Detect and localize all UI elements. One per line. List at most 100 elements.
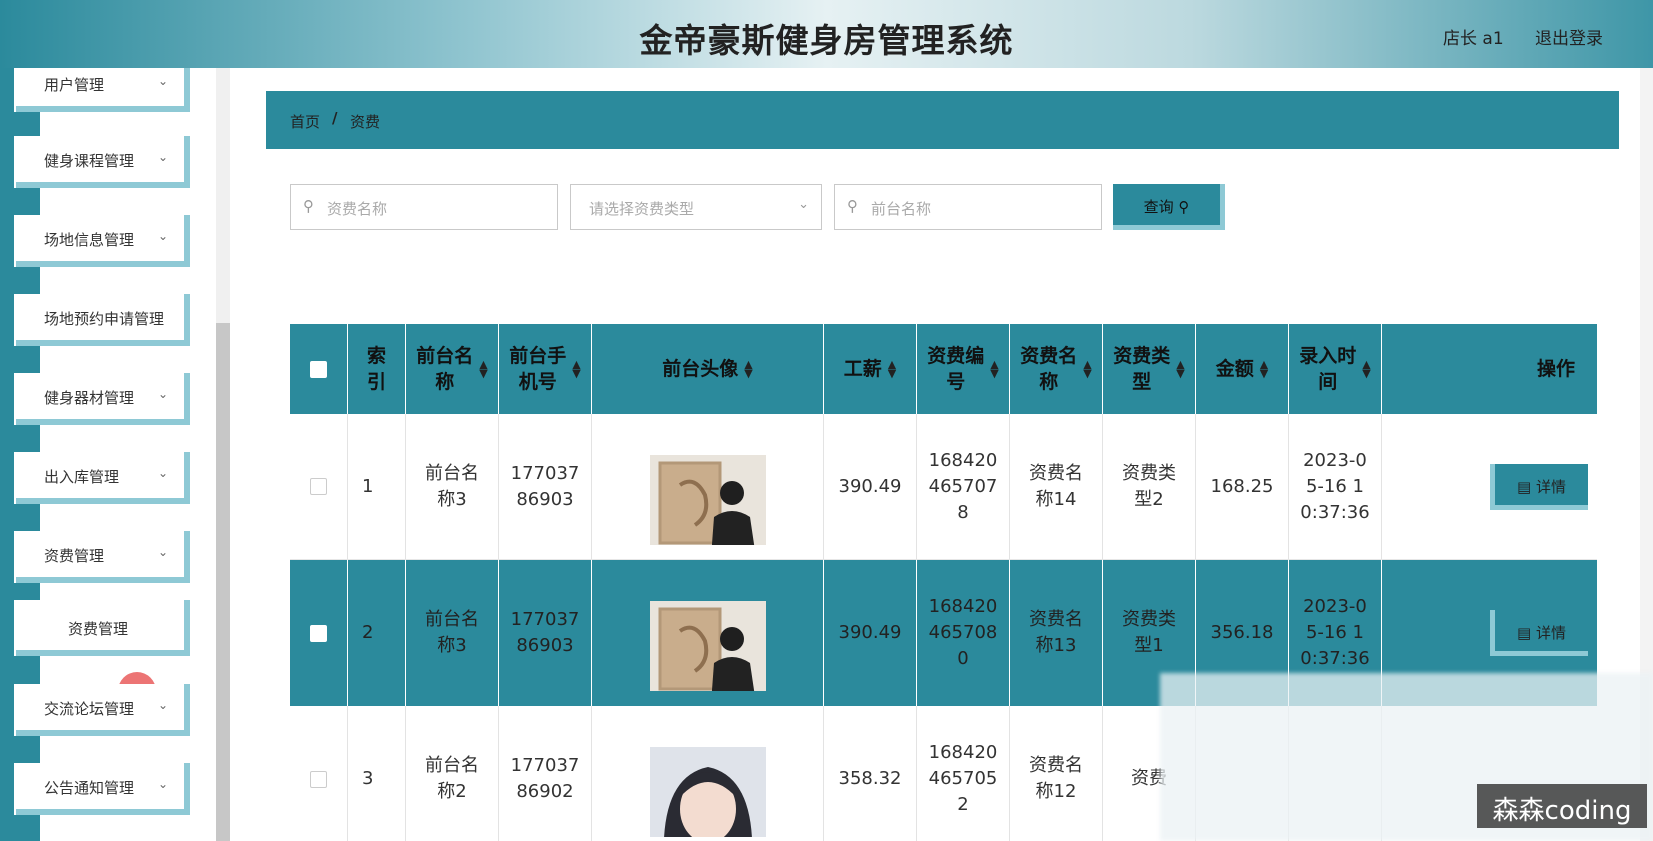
cell-entry-time: 2023-0 5-16 1 0:37:36 <box>1289 414 1382 559</box>
fee-type-select[interactable]: 请选择资费类型 ⌄ <box>570 184 822 230</box>
fee-name-placeholder: 资费名称 <box>327 200 388 218</box>
header-fee-name[interactable]: 资费名 称 ▲ ▼ <box>1010 324 1103 414</box>
query-button[interactable]: 查询 ⚲ <box>1113 184 1225 230</box>
sort-icon[interactable]: ▲ ▼ <box>1260 359 1268 379</box>
header-label: 资费编 号 <box>927 345 985 393</box>
avatar <box>649 429 766 545</box>
cell-fee-name: 资费名 称13 <box>1010 560 1103 706</box>
sidebar-subitem-fees[interactable]: 资费管理 <box>16 600 190 656</box>
header-salary[interactable]: 工薪 ▲ ▼ <box>824 324 917 414</box>
sidebar-item-label: 出入库管理 <box>44 468 120 486</box>
sidebar-item-venue-booking[interactable]: 场地预约申请管理 <box>16 294 190 346</box>
sort-icon[interactable]: ▲ ▼ <box>990 359 998 379</box>
sidebar-item-label: 健身器材管理 <box>44 389 135 407</box>
cell-desk-name: 前台名 称2 <box>406 706 499 841</box>
header-desk-phone[interactable]: 前台手 机号 ▲ ▼ <box>499 324 592 414</box>
fee-type-placeholder: 请选择资费类型 <box>589 200 695 218</box>
sidebar-item-notices[interactable]: 公告通知管理 ⌄ <box>16 763 190 815</box>
cell-amount: 168.25 <box>1196 414 1289 559</box>
sidebar-item-users[interactable]: 用户管理 ⌄ <box>16 68 190 112</box>
chevron-down-icon: ⌄ <box>158 466 169 480</box>
cell-desk-avatar <box>592 560 824 706</box>
header-fee-no[interactable]: 资费编 号 ▲ ▼ <box>917 324 1010 414</box>
row-checkbox[interactable] <box>310 770 327 788</box>
cell-desk-avatar <box>592 706 824 841</box>
sort-icon[interactable]: ▲ ▼ <box>1083 359 1091 379</box>
header-label: 前台名 称 <box>416 345 474 393</box>
header-fee-type[interactable]: 资费类 型 ▲ ▼ <box>1103 324 1196 414</box>
cell-salary: 390.49 <box>824 560 917 706</box>
table-row: 1 前台名 称3 177037 86903 390.49 168420 4657… <box>290 414 1597 560</box>
top-header: 金帝豪斯健身房管理系统 店长 a1 退出登录 <box>0 0 1653 68</box>
cell-fee-no: 168420 465707 8 <box>917 414 1010 559</box>
app-title: 金帝豪斯健身房管理系统 <box>639 21 1014 60</box>
desk-name-search-input[interactable]: ⚲ 前台名称 <box>834 184 1102 230</box>
header-label: 前台头像 <box>662 358 739 380</box>
cell-index: 2 <box>348 560 406 706</box>
breadcrumb-home[interactable]: 首页 <box>290 111 320 132</box>
sidebar-item-forum[interactable]: 交流论坛管理 ⌄ <box>16 684 190 736</box>
cell-fee-no: 168420 465708 0 <box>917 560 1010 706</box>
detail-button-label: 详情 <box>1535 624 1566 642</box>
header-label: 工薪 <box>843 358 882 380</box>
breadcrumb: 首页 / 资费 <box>266 91 1619 149</box>
detail-button-label: 详情 <box>1535 478 1566 496</box>
sort-icon[interactable]: ▲ ▼ <box>479 359 487 379</box>
sidebar-item-courses[interactable]: 健身课程管理 ⌄ <box>16 136 190 188</box>
header-amount[interactable]: 金额 ▲ ▼ <box>1196 324 1289 414</box>
sidebar-scroll-thumb[interactable] <box>216 323 230 841</box>
cell-desk-name: 前台名 称3 <box>406 414 499 559</box>
document-icon: ▤ <box>1517 624 1536 642</box>
chevron-down-icon: ⌄ <box>158 229 169 243</box>
sort-icon[interactable]: ▲ ▼ <box>572 359 580 379</box>
row-checkbox[interactable] <box>310 624 327 642</box>
row-checkbox[interactable] <box>310 478 327 495</box>
watermark: 森森coding <box>1477 784 1647 828</box>
chevron-down-icon: ⌄ <box>158 387 169 401</box>
sort-icon[interactable]: ▲ ▼ <box>744 359 752 379</box>
chevron-down-icon: ⌄ <box>158 150 169 164</box>
header-label: 资费名 称 <box>1020 345 1078 393</box>
chevron-down-icon: ⌄ <box>158 545 169 559</box>
breadcrumb-current: 资费 <box>350 113 381 131</box>
sort-icon[interactable]: ▲ ▼ <box>1176 359 1184 379</box>
fee-name-search-input[interactable]: ⚲ 资费名称 <box>290 184 558 230</box>
header-label: 索 引 <box>366 345 386 393</box>
search-icon: ⚲ <box>1178 198 1190 216</box>
avatar <box>649 575 766 691</box>
cell-desk-avatar <box>592 414 824 559</box>
chevron-down-icon: ⌄ <box>158 74 169 88</box>
cell-salary: 358.32 <box>824 706 917 841</box>
header-label: 前台手 机号 <box>509 345 567 393</box>
header-desk-name[interactable]: 前台名 称 ▲ ▼ <box>406 324 499 414</box>
avatar <box>649 721 766 837</box>
header-label: 操作 <box>1536 358 1575 380</box>
sidebar-item-label: 交流论坛管理 <box>44 700 135 718</box>
sidebar-item-inventory[interactable]: 出入库管理 ⌄ <box>16 452 190 504</box>
cell-desk-phone: 177037 86903 <box>499 414 592 559</box>
header-desk-avatar[interactable]: 前台头像 ▲ ▼ <box>592 324 824 414</box>
sort-icon[interactable]: ▲ ▼ <box>888 359 896 379</box>
sidebar-item-venues[interactable]: 场地信息管理 ⌄ <box>16 215 190 267</box>
select-all-cell <box>290 324 348 414</box>
sidebar-item-fees[interactable]: 资费管理 ⌄ <box>16 531 190 583</box>
sidebar-item-label: 健身课程管理 <box>44 152 135 170</box>
chevron-down-icon: ⌄ <box>798 197 809 212</box>
row-select-cell <box>290 560 348 706</box>
search-icon: ⚲ <box>847 197 858 215</box>
cell-desk-phone: 177037 86903 <box>499 560 592 706</box>
cell-fee-type: 资费类 型2 <box>1103 414 1196 559</box>
cell-index: 3 <box>348 706 406 841</box>
sidebar-item-label: 场地预约申请管理 <box>44 310 165 328</box>
sort-icon[interactable]: ▲ ▼ <box>1362 359 1370 379</box>
header-entry-time[interactable]: 录入时 间 ▲ ▼ <box>1289 324 1382 414</box>
sidebar-item-label: 场地信息管理 <box>44 231 135 249</box>
chevron-down-icon: ⌄ <box>158 698 169 712</box>
cell-desk-phone: 177037 86902 <box>499 706 592 841</box>
sidebar-item-equipment[interactable]: 健身器材管理 ⌄ <box>16 373 190 425</box>
select-all-checkbox[interactable] <box>310 360 327 378</box>
detail-button[interactable]: ▤ 详情 <box>1490 464 1588 510</box>
table-header-row: 索 引 前台名 称 ▲ ▼ 前台手 机号 ▲ ▼ 前台头像 ▲ ▼ 工薪 ▲ ▼ 资费编 号 ▲ ▼… <box>290 324 1597 414</box>
logout-link[interactable]: 退出登录 <box>1535 24 1603 49</box>
detail-button[interactable]: ▤ 详情 <box>1490 610 1588 656</box>
